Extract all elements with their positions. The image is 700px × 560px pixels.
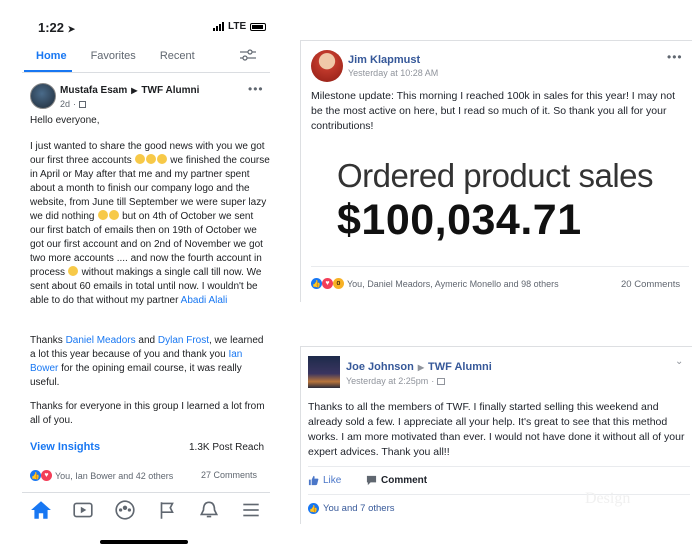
post-time: 2d (60, 99, 71, 109)
post-paragraph-2: Thanks Daniel Meadors and Dylan Frost, w… (30, 335, 264, 388)
post-time[interactable]: Yesterday at 2:25pm (346, 376, 428, 386)
emoji-icon (135, 154, 145, 164)
post-text: Thanks to all the members of TWF. I fina… (308, 401, 685, 458)
comment-button[interactable]: Comment (366, 475, 427, 486)
reactions-summary[interactable]: 👍 ♥ o You, Daniel Meadors, Aymeric Monel… (311, 278, 559, 289)
mention-link[interactable]: Daniel Meadors (66, 335, 136, 346)
like-button[interactable]: Like (308, 475, 341, 486)
comments-count[interactable]: 20 Comments (621, 279, 680, 290)
love-reaction-icon: ♥ (322, 278, 333, 289)
video-icon[interactable] (72, 500, 94, 520)
post-greeting: Hello everyone, (30, 115, 100, 126)
image-value: $100,034.71 (337, 196, 582, 244)
post-paragraph-3: Thanks for everyone in this group I lear… (30, 401, 265, 426)
more-options-icon[interactable]: ••• (667, 50, 683, 64)
mention-link[interactable]: Dylan Frost (158, 335, 209, 346)
author-name[interactable]: Jim Klapmust (348, 54, 420, 66)
bottom-nav (22, 500, 270, 520)
post-header: Mustafa Esam ▶ TWF Alumni (60, 85, 199, 96)
thumbs-up-icon (308, 475, 319, 486)
post-meta: 2d · (60, 99, 87, 109)
avatar[interactable] (308, 356, 340, 388)
home-icon[interactable] (30, 500, 52, 520)
audience-icon (79, 100, 87, 108)
groups-icon[interactable] (114, 500, 136, 520)
like-reaction-icon: 👍 (311, 278, 322, 289)
arrow-right-icon: ▶ (417, 362, 424, 372)
love-reaction-icon: ♥ (41, 470, 52, 481)
emoji-icon (97, 210, 108, 220)
divider (308, 494, 690, 495)
reactions-summary[interactable]: 👍 ♥ You, Ian Bower and 42 others (30, 470, 173, 481)
like-reaction-icon: 👍 (308, 503, 319, 514)
post-reach: 1.3K Post Reach (189, 442, 265, 453)
audience-icon (437, 377, 446, 385)
tab-bar: Home Favorites Recent (24, 50, 207, 62)
comments-count[interactable]: 27 Comments (201, 470, 257, 480)
divider (22, 492, 270, 493)
network-label: LTE (228, 21, 247, 32)
post-text: Milestone update: This morning I reached… (311, 90, 675, 132)
avatar[interactable] (311, 50, 343, 82)
reactions-summary[interactable]: 👍 You and 7 others (308, 503, 395, 514)
signal-icon (213, 22, 224, 31)
mention-link[interactable]: Abadi Alali (181, 295, 228, 306)
group-name[interactable]: TWF Alumni (428, 361, 492, 373)
post-paragraph-1: I just wanted to share the good news wit… (30, 141, 270, 306)
group-name[interactable]: TWF Alumni (141, 85, 199, 96)
author-name[interactable]: Joe Johnson (346, 361, 414, 373)
arrow-right-icon: ▶ (131, 86, 138, 95)
image-caption: Ordered product sales (337, 157, 654, 194)
emoji-icon (108, 210, 119, 220)
tab-recent[interactable]: Recent (148, 50, 207, 62)
battery-icon (250, 22, 267, 31)
status-time: 1:22 ➤ (38, 20, 76, 35)
like-reaction-icon: 👍 (30, 470, 41, 481)
tab-favorites[interactable]: Favorites (79, 50, 148, 62)
author-name[interactable]: Mustafa Esam (60, 85, 127, 96)
filter-icon[interactable] (240, 49, 256, 61)
post-meta: Yesterday at 2:25pm · (346, 376, 446, 386)
flag-icon[interactable] (156, 500, 178, 520)
divider (22, 72, 270, 73)
view-insights-link[interactable]: View Insights (30, 441, 100, 453)
watermark: Design (585, 490, 631, 507)
menu-icon[interactable] (240, 500, 262, 520)
bell-icon[interactable] (198, 500, 220, 520)
home-indicator[interactable] (100, 540, 188, 544)
post-header: Joe Johnson ▶ TWF Alumni (346, 361, 492, 373)
emoji-icon (68, 266, 79, 276)
more-options-icon[interactable]: ••• (248, 82, 264, 96)
post-time[interactable]: Yesterday at 10:28 AM (348, 68, 438, 78)
divider (308, 466, 690, 467)
avatar[interactable] (30, 83, 56, 109)
emoji-icon (146, 154, 156, 164)
chevron-down-icon[interactable]: ⌄ (675, 356, 683, 367)
divider (311, 266, 689, 267)
comment-icon (366, 475, 377, 486)
emoji-icon (157, 154, 167, 164)
tab-home[interactable]: Home (24, 50, 79, 62)
status-indicators: LTE (213, 21, 267, 32)
wow-reaction-icon: o (333, 278, 344, 289)
